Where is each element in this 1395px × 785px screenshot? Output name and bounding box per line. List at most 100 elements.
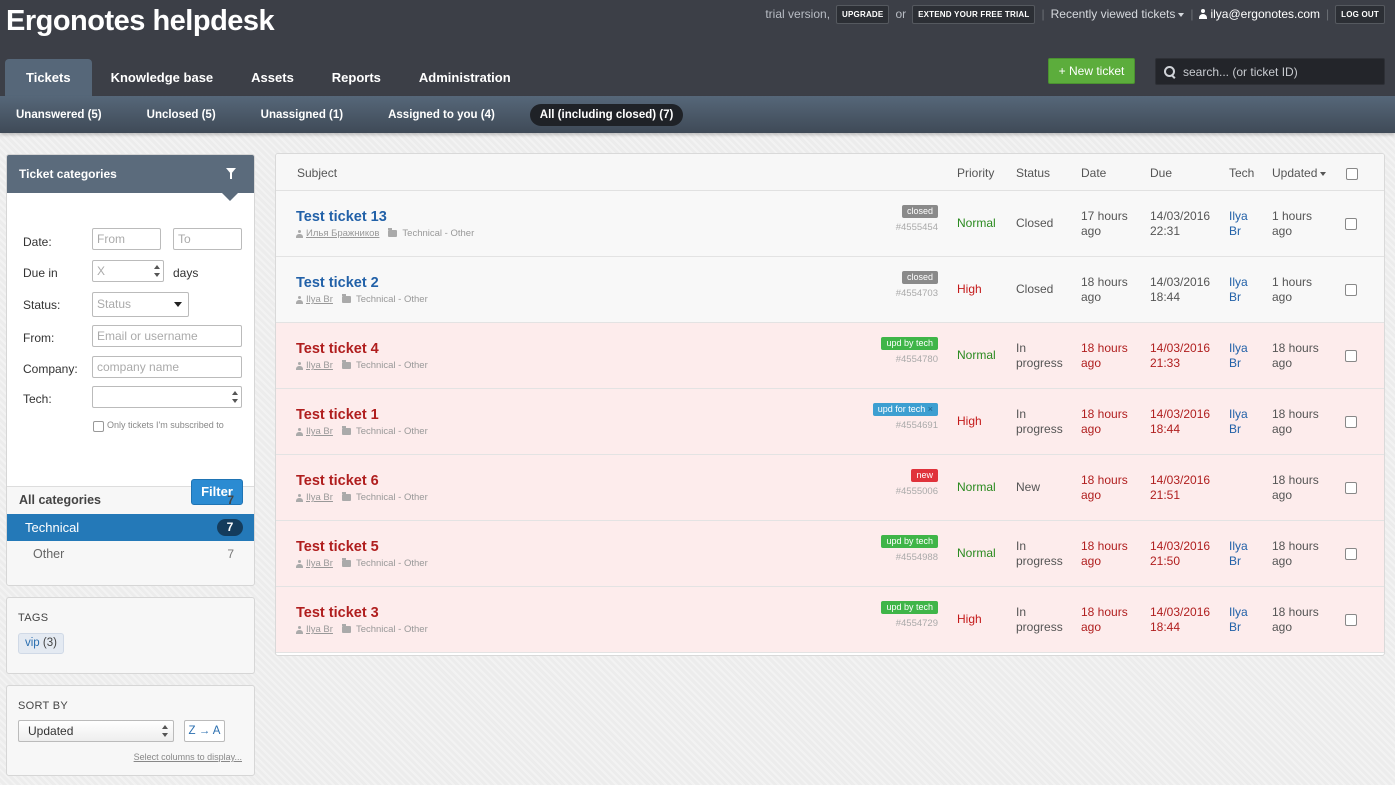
updated-cell: 18 hours ago bbox=[1272, 539, 1332, 569]
row-checkbox[interactable] bbox=[1345, 614, 1357, 626]
ticket-subject-link[interactable]: Test ticket 1 bbox=[296, 407, 379, 423]
updated-cell-line: 18 hours bbox=[1272, 341, 1319, 355]
ticket-subject-link[interactable]: Test ticket 5 bbox=[296, 539, 379, 555]
filter-assigned-to-you[interactable]: Assigned to you (4) bbox=[378, 104, 505, 126]
tech-cell[interactable]: Ilya Br bbox=[1229, 407, 1259, 437]
due-days-stepper[interactable]: X bbox=[92, 260, 164, 282]
tag-name: vip bbox=[25, 637, 40, 649]
filter-unassigned[interactable]: Unassigned (1) bbox=[251, 104, 353, 126]
sort-select-value: Updated bbox=[28, 724, 74, 738]
tech-cell[interactable]: Ilya Br bbox=[1229, 275, 1259, 305]
ticket-subject-link[interactable]: Test ticket 13 bbox=[296, 209, 387, 225]
app-title[interactable]: Ergonotes helpdesk bbox=[6, 5, 275, 38]
from-input[interactable]: Email or username bbox=[92, 325, 242, 347]
tab-tickets[interactable]: Tickets bbox=[5, 59, 92, 96]
tech-cell[interactable]: Ilya Br bbox=[1229, 539, 1259, 569]
extend-trial-button[interactable]: EXTEND YOUR FREE TRIAL bbox=[912, 4, 1036, 24]
header-date[interactable]: Date bbox=[1081, 166, 1106, 180]
search-input[interactable] bbox=[1183, 64, 1373, 79]
tag-chip[interactable]: vip (3) bbox=[18, 633, 64, 654]
new-ticket-button[interactable]: + New ticket bbox=[1048, 58, 1135, 84]
row-checkbox[interactable] bbox=[1345, 482, 1357, 494]
table-row[interactable]: Test ticket 5 Ilya Br Technical - Other upd… bbox=[276, 521, 1384, 587]
ticket-author[interactable]: Ilya Br bbox=[306, 360, 333, 371]
company-label: Company: bbox=[23, 362, 78, 376]
filter-unclosed[interactable]: Unclosed (5) bbox=[137, 104, 226, 126]
header-status[interactable]: Status bbox=[1016, 166, 1050, 180]
header-priority[interactable]: Priority bbox=[957, 166, 994, 180]
select-all-checkbox[interactable] bbox=[1346, 168, 1358, 180]
user-menu[interactable]: ilya@ergonotes.com bbox=[1199, 7, 1320, 21]
table-row[interactable]: Test ticket 13 Илья Бражников Technical - … bbox=[276, 191, 1384, 257]
row-checkbox[interactable] bbox=[1345, 416, 1357, 428]
row-checkbox[interactable] bbox=[1345, 218, 1357, 230]
updated-cell-line: ago bbox=[1272, 620, 1293, 634]
tech-cell[interactable]: Ilya Br bbox=[1229, 605, 1259, 635]
table-row[interactable]: Test ticket 1 Ilya Br Technical - Other upd… bbox=[276, 389, 1384, 455]
tab-reports[interactable]: Reports bbox=[313, 59, 400, 96]
date-cell: 17 hours ago bbox=[1081, 209, 1145, 239]
sort-select[interactable]: Updated bbox=[18, 720, 174, 742]
header-updated[interactable]: Updated bbox=[1272, 166, 1327, 180]
date-to-input[interactable]: To bbox=[173, 228, 242, 250]
filter-unanswered[interactable]: Unanswered (5) bbox=[6, 104, 112, 126]
status-badge-label: new bbox=[916, 470, 933, 480]
status-cell: In progress bbox=[1016, 407, 1063, 437]
status-select[interactable]: Status bbox=[92, 292, 189, 317]
ticket-subject-link[interactable]: Test ticket 6 bbox=[296, 473, 379, 489]
date-cell: 18 hours ago bbox=[1081, 473, 1145, 503]
tickets-table: Subject Priority Status Date Due Tech Up… bbox=[275, 153, 1385, 656]
tech-select[interactable] bbox=[92, 386, 242, 408]
ticket-author[interactable]: Ilya Br bbox=[306, 492, 333, 503]
select-arrows-icon bbox=[162, 725, 168, 737]
filter-icon[interactable] bbox=[226, 168, 236, 180]
table-row[interactable]: Test ticket 3 Ilya Br Technical - Other upd… bbox=[276, 587, 1384, 653]
header-tech[interactable]: Tech bbox=[1229, 166, 1254, 180]
tech-cell[interactable]: Ilya Br bbox=[1229, 209, 1259, 239]
status-cell-line: progress bbox=[1016, 422, 1063, 436]
folder-icon bbox=[341, 558, 351, 567]
updated-cell-line: ago bbox=[1272, 488, 1293, 502]
upgrade-button[interactable]: UPGRADE bbox=[836, 4, 890, 24]
date-from-input[interactable]: From bbox=[92, 228, 161, 250]
header-due[interactable]: Due bbox=[1150, 166, 1172, 180]
table-row[interactable]: Test ticket 4 Ilya Br Technical - Other upd… bbox=[276, 323, 1384, 389]
sort-order-button[interactable]: Z → A bbox=[184, 720, 225, 742]
ticket-author[interactable]: Ilya Br bbox=[306, 294, 333, 305]
ticket-author[interactable]: Ilya Br bbox=[306, 558, 333, 569]
ticket-subject-link[interactable]: Test ticket 2 bbox=[296, 275, 379, 291]
table-row[interactable]: Test ticket 6 Ilya Br Technical - Other new… bbox=[276, 455, 1384, 521]
status-cell-line: In bbox=[1016, 539, 1027, 553]
ticket-author[interactable]: Илья Бражников bbox=[306, 228, 379, 239]
ticket-author[interactable]: Ilya Br bbox=[306, 624, 333, 635]
row-checkbox[interactable] bbox=[1345, 548, 1357, 560]
tab-administration[interactable]: Administration bbox=[400, 59, 530, 96]
recent-tickets-dropdown[interactable]: Recently viewed tickets bbox=[1051, 7, 1185, 21]
row-checkbox[interactable] bbox=[1345, 284, 1357, 296]
row-checkbox[interactable] bbox=[1345, 350, 1357, 362]
category-other[interactable]: Other 7 bbox=[7, 541, 254, 568]
tab-knowledge-base[interactable]: Knowledge base bbox=[92, 59, 233, 96]
ticket-category: Technical - Other bbox=[355, 558, 428, 569]
table-row[interactable]: Test ticket 2 Ilya Br Technical - Other clo… bbox=[276, 257, 1384, 323]
close-icon[interactable]: × bbox=[928, 404, 933, 414]
ticket-subject-link[interactable]: Test ticket 4 bbox=[296, 341, 379, 357]
ticket-subject-link[interactable]: Test ticket 3 bbox=[296, 605, 379, 621]
select-columns-link[interactable]: Select columns to display... bbox=[134, 752, 242, 762]
category-technical[interactable]: Technical 7 bbox=[7, 514, 254, 541]
logout-button[interactable]: LOG OUT bbox=[1335, 4, 1385, 24]
ticket-id: #4555006 bbox=[895, 486, 938, 497]
stepper-arrows-icon[interactable] bbox=[154, 265, 160, 277]
tab-assets[interactable]: Assets bbox=[232, 59, 313, 96]
ticket-author[interactable]: Ilya Br bbox=[306, 426, 333, 437]
updated-cell-line: 18 hours bbox=[1272, 605, 1319, 619]
subscribed-checkbox[interactable] bbox=[93, 421, 104, 432]
filter-all[interactable]: All (including closed) (7) bbox=[529, 103, 684, 126]
header-subject[interactable]: Subject bbox=[297, 166, 337, 180]
ticket-filter-nav: Unanswered (5) Unclosed (5) Unassigned (… bbox=[0, 96, 1395, 133]
company-input[interactable]: company name bbox=[92, 356, 242, 378]
category-all[interactable]: All categories 7 bbox=[7, 487, 254, 514]
due-cell: 14/03/2016 18:44 bbox=[1150, 275, 1220, 305]
tech-cell[interactable]: Ilya Br bbox=[1229, 341, 1259, 371]
due-cell: 14/03/2016 22:31 bbox=[1150, 209, 1220, 239]
